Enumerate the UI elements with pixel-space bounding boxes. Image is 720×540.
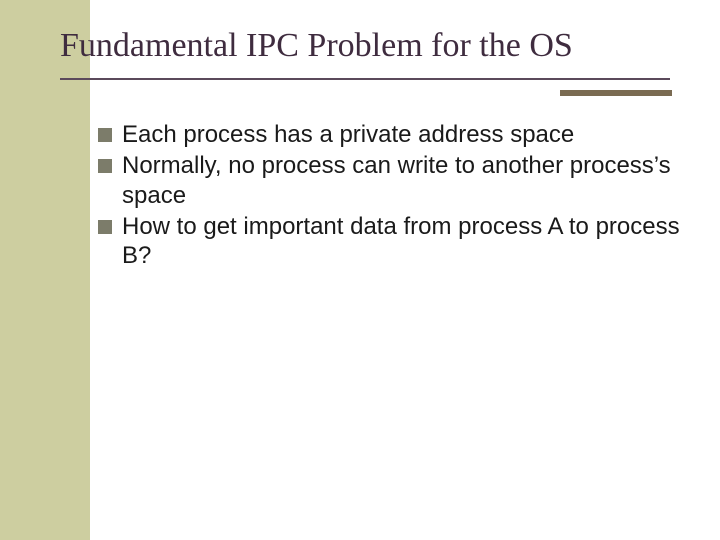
slide-title: Fundamental IPC Problem for the OS (60, 26, 690, 65)
title-underline (60, 78, 670, 80)
list-item: Each process has a private address space (98, 120, 680, 149)
square-bullet-icon (98, 220, 112, 234)
sidebar-decoration (0, 0, 90, 540)
list-item-text: Each process has a private address space (122, 120, 680, 149)
body-content: Each process has a private address space… (98, 120, 680, 272)
accent-bar (560, 90, 672, 96)
square-bullet-icon (98, 159, 112, 173)
list-item: How to get important data from process A… (98, 212, 680, 271)
slide: Fundamental IPC Problem for the OS Each … (0, 0, 720, 540)
square-bullet-icon (98, 128, 112, 142)
list-item-text: How to get important data from process A… (122, 212, 680, 271)
list-item-text: Normally, no process can write to anothe… (122, 151, 680, 210)
list-item: Normally, no process can write to anothe… (98, 151, 680, 210)
